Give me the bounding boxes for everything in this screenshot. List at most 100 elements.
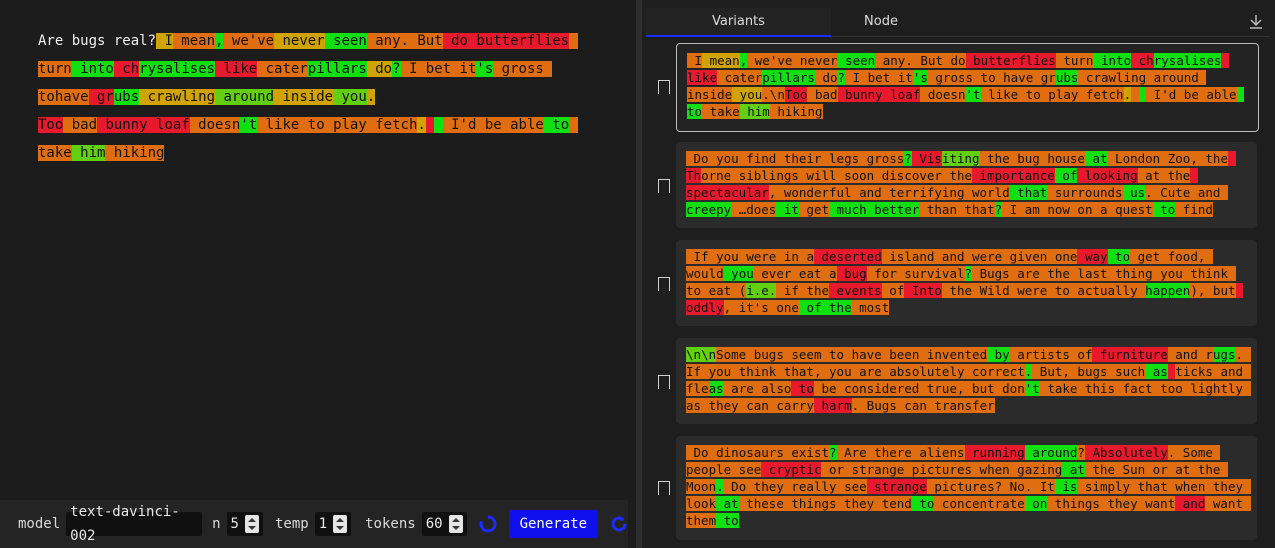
token[interactable]: will	[798, 168, 837, 183]
token[interactable]: is	[1054, 479, 1078, 494]
token[interactable]: I	[687, 53, 703, 68]
token[interactable]: there	[866, 445, 912, 460]
token[interactable]	[1115, 381, 1123, 396]
token[interactable]: were	[1009, 283, 1048, 298]
token[interactable]: you	[821, 364, 852, 379]
bookmark-icon[interactable]	[658, 179, 670, 198]
token[interactable]: crawling	[1078, 70, 1147, 85]
token[interactable]: running	[964, 445, 1025, 460]
token[interactable]: bet	[417, 61, 452, 77]
token[interactable]: .	[1123, 87, 1132, 102]
token[interactable]	[425, 117, 435, 133]
token[interactable]: play	[1040, 87, 1079, 102]
token[interactable]: cater	[717, 70, 763, 85]
token[interactable]: that	[1130, 479, 1168, 494]
token[interactable]: bad	[63, 117, 98, 133]
token[interactable]	[1220, 185, 1228, 200]
token[interactable]: by	[987, 347, 1010, 362]
token[interactable]: at	[716, 496, 739, 511]
token[interactable]: that	[776, 364, 814, 379]
token[interactable]: exist	[783, 445, 830, 460]
token[interactable]: they	[836, 496, 875, 511]
token[interactable]: or	[821, 462, 845, 477]
token[interactable]: do	[814, 70, 838, 85]
token[interactable]: see	[731, 462, 762, 477]
token[interactable]: ?	[1077, 445, 1085, 460]
token[interactable]: lightly	[1182, 381, 1244, 396]
token[interactable]: mean	[172, 33, 216, 49]
token[interactable]: and	[1190, 185, 1221, 200]
token[interactable]: are	[1009, 266, 1040, 281]
refresh-icon[interactable]	[610, 515, 628, 533]
token[interactable]: correct	[964, 364, 1025, 379]
token[interactable]: take	[702, 104, 740, 119]
token[interactable]: aliens	[911, 445, 965, 460]
token[interactable]: be	[476, 117, 502, 133]
token[interactable]: Wild	[972, 283, 1010, 298]
token[interactable]: these	[738, 496, 784, 511]
token[interactable]: as	[1145, 364, 1168, 379]
token[interactable]: I	[1002, 202, 1018, 217]
token[interactable]: the	[1084, 462, 1116, 477]
token[interactable]	[569, 117, 578, 133]
token[interactable]: ubs	[113, 89, 140, 105]
token[interactable]: a	[798, 249, 814, 264]
token[interactable]: of	[1069, 347, 1093, 362]
token[interactable]: it	[731, 300, 754, 315]
token[interactable]: gross	[859, 151, 905, 166]
bookmark-icon[interactable]	[658, 277, 670, 296]
token[interactable]: were	[964, 249, 1003, 264]
token[interactable]: but	[964, 381, 995, 396]
token[interactable]: this	[1077, 381, 1116, 396]
token[interactable]: crawling	[139, 89, 216, 105]
token[interactable]: i.e.	[746, 283, 777, 298]
token[interactable]: want	[1205, 496, 1243, 511]
token[interactable]	[1220, 462, 1228, 477]
token[interactable]: been	[881, 347, 920, 362]
token[interactable]: seem	[783, 347, 822, 362]
token[interactable]: true	[919, 381, 957, 396]
variant-card[interactable]: I mean, we've never seen any. But do but…	[676, 43, 1259, 132]
token[interactable]: carry	[768, 398, 814, 413]
token[interactable]: to	[1152, 202, 1176, 217]
token[interactable]: Absolutely	[1084, 445, 1168, 460]
token[interactable]: 't	[965, 87, 981, 102]
token[interactable]: on	[1024, 496, 1048, 511]
token[interactable]: get	[1130, 249, 1161, 264]
token[interactable]: a	[1092, 202, 1108, 217]
token[interactable]: as	[708, 381, 724, 396]
token[interactable]: ?	[964, 266, 973, 281]
token[interactable]: 't	[1024, 381, 1040, 396]
token[interactable]: food	[1160, 249, 1198, 264]
token[interactable]: their	[776, 151, 822, 166]
token[interactable]: bunny	[837, 87, 883, 102]
token[interactable]: do	[942, 53, 966, 68]
token[interactable]: find	[738, 151, 777, 166]
token[interactable]: …	[731, 202, 747, 217]
token[interactable]: Zoo	[1160, 151, 1191, 166]
token[interactable]: take	[1039, 381, 1078, 396]
token[interactable]: r	[1205, 347, 1213, 362]
token[interactable]: they	[1212, 479, 1244, 494]
token[interactable]: Moon	[686, 479, 717, 494]
token[interactable]: to	[1107, 249, 1131, 264]
token[interactable]: to	[973, 70, 996, 85]
token[interactable]: loaf	[882, 87, 921, 102]
token[interactable]: are	[851, 364, 882, 379]
token[interactable]: gr	[88, 89, 114, 105]
token[interactable]: does	[746, 202, 777, 217]
temp-input[interactable]: 1	[314, 512, 352, 536]
token[interactable]: to	[1047, 283, 1070, 298]
token[interactable]: they	[746, 479, 784, 494]
token[interactable]: for	[866, 266, 897, 281]
token[interactable]: survival	[896, 266, 965, 281]
token[interactable]: never	[792, 53, 838, 68]
token[interactable]: pillars	[307, 61, 367, 77]
token[interactable]: mean	[702, 53, 740, 68]
token[interactable]: rysalises	[139, 61, 216, 77]
n-stepper-icon[interactable]	[244, 515, 259, 533]
token[interactable]: .	[366, 89, 376, 105]
token[interactable]: thing	[1107, 266, 1153, 281]
token[interactable]: to	[791, 381, 814, 396]
token[interactable]: simply	[1077, 479, 1131, 494]
